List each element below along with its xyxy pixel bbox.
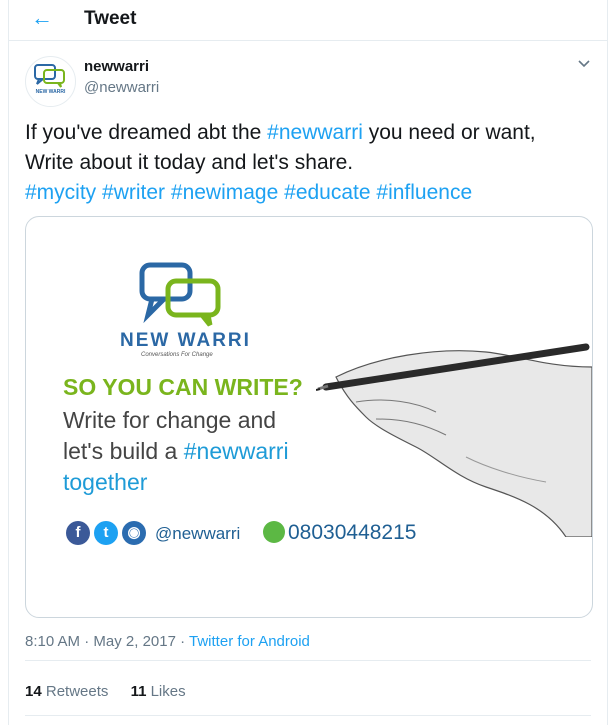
media-line-2-text: let's build a: [63, 438, 184, 464]
hashtag-link[interactable]: #influence: [376, 181, 472, 204]
media-headline: SO YOU CAN WRITE?: [63, 374, 303, 400]
tweet-meta: 8:10 AM · May 2, 2017 · Twitter for Andr…: [25, 633, 310, 650]
tweet-line-2: Write about it today and let's share.: [25, 151, 354, 174]
hashtag-link[interactable]: #educate: [284, 181, 370, 204]
likes-stat[interactable]: 11 Likes: [131, 683, 186, 700]
divider: [25, 715, 591, 716]
media-brand: NEW WARRI: [120, 330, 251, 351]
avatar[interactable]: NEW WARRI: [25, 56, 76, 107]
media-brand-tagline: Conversations For Change: [141, 352, 213, 358]
page-title: Tweet: [84, 8, 137, 29]
author-handle[interactable]: @newwarri: [84, 79, 159, 96]
tweet-stats: 14 Retweets 11 Likes: [25, 683, 204, 700]
whatsapp-icon: [263, 521, 285, 543]
hashtag-link[interactable]: #newimage: [171, 181, 278, 204]
media-line-2: let's build a #newwarri: [63, 438, 289, 465]
avatar-logo: NEW WARRI: [34, 64, 66, 95]
media-social-handle: @newwarri: [155, 524, 241, 543]
tweet-line-1: If you've dreamed abt the #newwarri you …: [25, 118, 600, 148]
media-line-2-tag: #newwarri: [183, 438, 289, 464]
tweet-text-part: If you've dreamed abt the: [25, 121, 268, 144]
hashtag-link[interactable]: #mycity: [25, 181, 96, 204]
tweet-date[interactable]: May 2, 2017: [93, 633, 176, 650]
hashtag-link[interactable]: #writer: [102, 181, 165, 204]
hashtag-link[interactable]: #newwarri: [267, 121, 363, 144]
meta-separator: ·: [175, 633, 190, 650]
retweets-count: 14: [25, 683, 42, 700]
chevron-down-icon[interactable]: [577, 56, 591, 70]
avatar-text: NEW WARRI: [36, 89, 66, 95]
brand-logo-icon: [139, 262, 221, 327]
arrow-left-icon[interactable]: ←: [31, 5, 53, 31]
author-name[interactable]: newwarri: [84, 58, 149, 75]
tweet-time[interactable]: 8:10 AM: [25, 633, 80, 650]
media-line-3: together: [63, 469, 148, 495]
tweet-media-image[interactable]: NEW WARRI Conversations For Change SO YO…: [25, 216, 593, 618]
likes-count: 11: [130, 683, 147, 700]
media-phone: 08030448215: [288, 521, 417, 544]
tweet-source-link[interactable]: Twitter for Android: [189, 633, 310, 650]
tweet-frame: ← Tweet NEW WARRI newwarri @newwarri If …: [8, 0, 608, 725]
tweet-text: If you've dreamed abt the #newwarri you …: [25, 118, 600, 208]
media-line-1: Write for change and: [63, 407, 277, 433]
hand-pen-illustration: [316, 343, 592, 537]
hashtag-row: #mycity #writer #newimage #educate #infl…: [25, 178, 600, 208]
divider: [25, 660, 591, 661]
instagram-icon: ◉: [122, 521, 146, 545]
tweet-text-part: you need or want,: [362, 121, 536, 144]
meta-separator: ·: [80, 633, 94, 650]
facebook-icon: f: [66, 521, 90, 545]
twitter-icon: t: [94, 521, 118, 545]
retweets-stat[interactable]: 14 Retweets: [25, 683, 108, 700]
likes-label: Likes: [150, 683, 186, 700]
header: ← Tweet: [9, 0, 607, 41]
retweets-label: Retweets: [45, 683, 109, 700]
